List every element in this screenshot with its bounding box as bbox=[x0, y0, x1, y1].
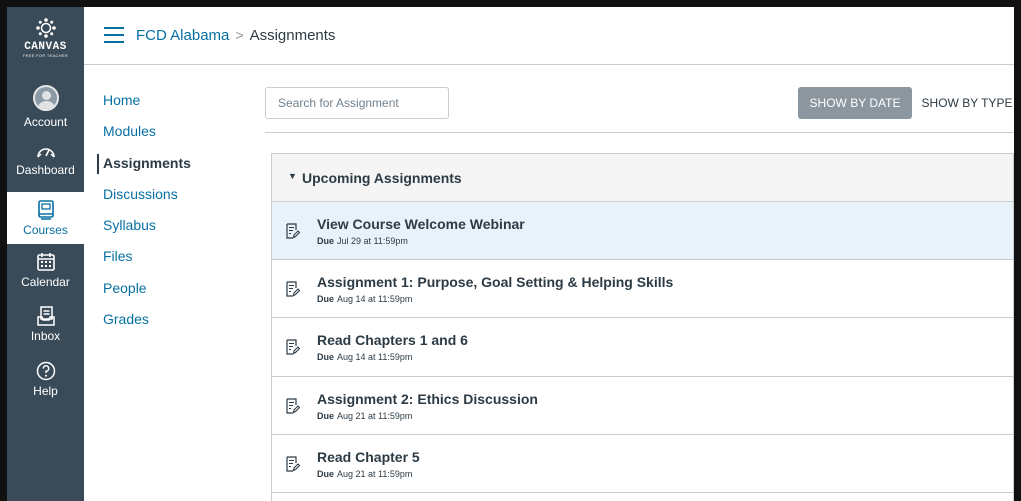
course-nav-files[interactable]: Files bbox=[97, 247, 247, 278]
due-label: Due bbox=[317, 468, 335, 479]
inbox-icon bbox=[36, 306, 55, 326]
assignment-group: ▼ Upcoming Assignments View Course Welco… bbox=[271, 153, 1014, 501]
assignment-due-date: Due Jul 29 at 11:59pm bbox=[317, 236, 408, 247]
show-by-date-button[interactable]: SHOW BY DATE bbox=[798, 87, 912, 119]
assignment-group-title: Upcoming Assignments bbox=[302, 170, 462, 186]
due-label: Due bbox=[317, 410, 335, 421]
assignment-due-date: Due Aug 14 at 11:59pm bbox=[317, 352, 412, 363]
assignment-title-link[interactable]: Read Chapters 1 and 6 bbox=[317, 332, 468, 349]
assignment-due-date: Due Aug 21 at 11:59pm bbox=[317, 469, 412, 480]
due-date-value: Aug 21 at 11:59pm bbox=[337, 410, 413, 421]
assignment-row[interactable]: Assignment 1: Purpose, Goal Setting & He… bbox=[272, 260, 1013, 319]
search-input[interactable] bbox=[265, 87, 449, 119]
assignment-icon bbox=[286, 339, 300, 355]
canvas-logo-icon bbox=[35, 18, 56, 38]
global-nav-courses[interactable]: Courses bbox=[7, 192, 84, 244]
assignment-due-date: Due Aug 21 at 11:59pm bbox=[317, 411, 412, 422]
show-by-type-button[interactable]: SHOW BY TYPE bbox=[920, 87, 1014, 119]
breadcrumb-current-page: Assignments bbox=[249, 27, 336, 44]
due-date-value: Aug 21 at 11:59pm bbox=[337, 468, 413, 479]
course-nav-home[interactable]: Home bbox=[97, 91, 247, 122]
collapse-caret-icon: ▼ bbox=[288, 171, 297, 181]
assignment-title-link[interactable]: Assignment 2: Ethics Discussion bbox=[317, 391, 538, 408]
course-nav-modules[interactable]: Modules bbox=[97, 122, 247, 153]
due-date-value: Jul 29 at 11:59pm bbox=[337, 236, 408, 246]
assignment-row[interactable]: Read Chapters 1 and 6 Due Aug 14 at 11:59… bbox=[272, 318, 1013, 377]
breadcrumb: FCD Alabama > Assignments bbox=[136, 25, 335, 46]
assignment-title-link[interactable]: Read Chapter 5 bbox=[317, 449, 420, 466]
assignment-due-date: Due Aug 14 at 11:59pm bbox=[317, 294, 412, 305]
calendar-icon bbox=[36, 253, 55, 271]
breadcrumb-separator: > bbox=[235, 27, 244, 43]
course-nav-assignments[interactable]: Assignments bbox=[97, 153, 247, 174]
question-circle-icon bbox=[36, 361, 55, 381]
global-nav-account[interactable]: Account bbox=[7, 85, 84, 129]
due-label: Due bbox=[317, 236, 335, 246]
global-nav-dashboard[interactable]: Dashboard bbox=[7, 142, 84, 177]
due-date-value: Aug 14 at 11:59pm bbox=[337, 352, 413, 363]
global-nav-label: Account bbox=[23, 115, 68, 129]
assignments-toolbar: SHOW BY DATE SHOW BY TYPE bbox=[265, 87, 1014, 133]
assignment-icon bbox=[286, 223, 300, 239]
assignment-title-link[interactable]: View Course Welcome Webinar bbox=[317, 216, 525, 233]
course-nav-discussions[interactable]: Discussions bbox=[97, 185, 247, 216]
assignment-icon bbox=[286, 281, 300, 297]
assignment-icon bbox=[286, 397, 300, 414]
page-header: FCD Alabama > Assignments bbox=[84, 7, 1014, 65]
due-label: Due bbox=[317, 294, 335, 305]
assignment-icon bbox=[286, 456, 300, 472]
assignment-row[interactable]: Read Chapter 5 Due Aug 21 at 11:59pm bbox=[272, 434, 1013, 493]
due-label: Due bbox=[317, 352, 335, 363]
course-nav-grades[interactable]: Grades bbox=[97, 310, 247, 341]
book-icon bbox=[37, 200, 54, 220]
logo-subtitle: FREE FOR TEACHER bbox=[22, 53, 69, 58]
global-nav-help[interactable]: Help bbox=[7, 361, 84, 398]
logo-word: CANVAS bbox=[24, 41, 67, 53]
assignment-title-link[interactable]: Assignment 1: Purpose, Goal Setting & He… bbox=[317, 274, 673, 291]
course-nav: Home Modules Assignments Discussions Syl… bbox=[97, 91, 247, 341]
global-nav-calendar[interactable]: Calendar bbox=[7, 252, 84, 289]
due-date-value: Aug 14 at 11:59pm bbox=[337, 294, 413, 305]
global-nav-label: Help bbox=[33, 384, 58, 398]
global-nav-inbox[interactable]: Inbox bbox=[7, 306, 84, 343]
course-nav-people[interactable]: People bbox=[97, 279, 247, 310]
global-nav-label: Courses bbox=[23, 223, 68, 237]
assignment-row[interactable]: View Course Welcome Webinar Due Jul 29 at… bbox=[272, 202, 1013, 261]
hamburger-menu-icon[interactable] bbox=[104, 27, 124, 43]
assignment-group-header[interactable]: ▼ Upcoming Assignments bbox=[272, 154, 1013, 202]
avatar bbox=[32, 85, 59, 111]
breadcrumb-course-link[interactable]: FCD Alabama bbox=[136, 27, 229, 44]
speedometer-icon bbox=[36, 148, 55, 158]
global-nav-label: Dashboard bbox=[16, 163, 75, 177]
app-window: CANVAS FREE FOR TEACHER Account Dashboar… bbox=[0, 0, 1021, 501]
global-nav: CANVAS FREE FOR TEACHER Account Dashboar… bbox=[7, 7, 84, 501]
assignment-row[interactable]: Assignment 2: Ethics Discussion Due Aug 2… bbox=[272, 376, 1013, 435]
global-nav-label: Inbox bbox=[30, 329, 61, 343]
canvas-logo[interactable]: CANVAS FREE FOR TEACHER bbox=[7, 17, 84, 59]
global-nav-label: Calendar bbox=[21, 275, 70, 289]
course-nav-syllabus[interactable]: Syllabus bbox=[97, 216, 247, 247]
